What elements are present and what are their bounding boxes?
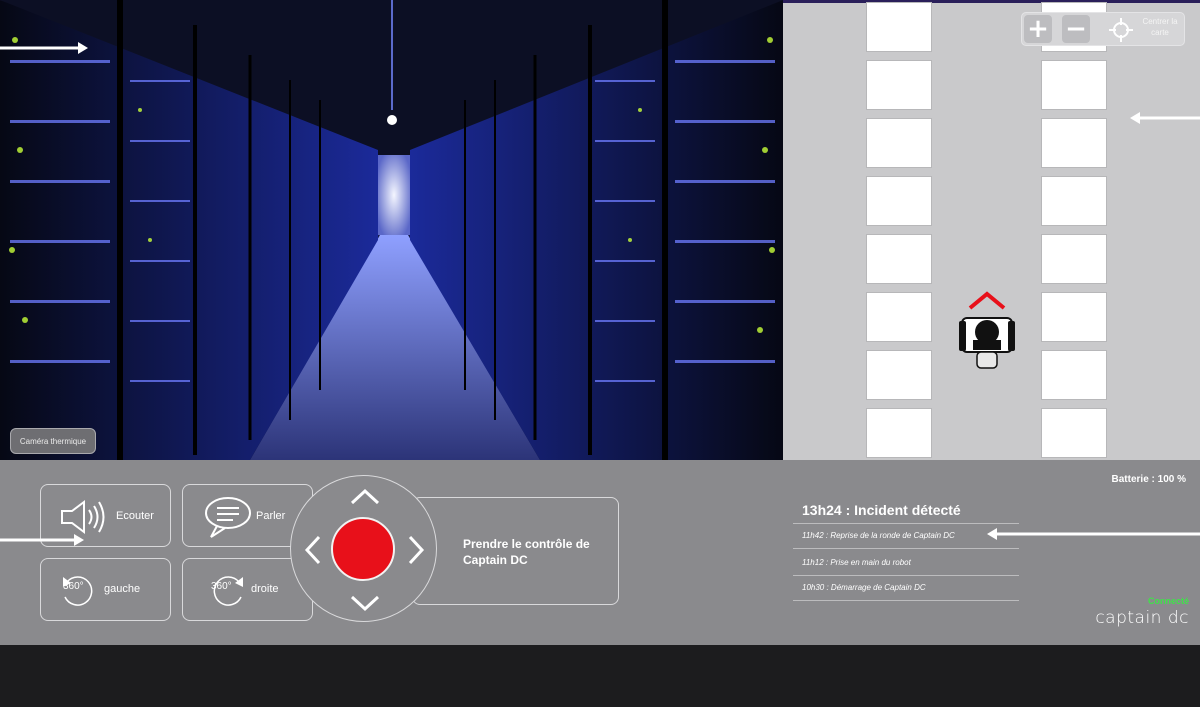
speech-bubble-icon bbox=[205, 497, 251, 538]
rack-tile bbox=[1041, 118, 1107, 168]
battery-status: Batterie : 100 % bbox=[1111, 474, 1186, 485]
map-top-bar bbox=[783, 0, 1200, 3]
log-item: 11h12 : Prise en main du robot bbox=[802, 558, 911, 567]
log-divider bbox=[793, 548, 1019, 549]
annotation-arrow-icon bbox=[987, 528, 1200, 540]
chevron-up-icon[interactable] bbox=[349, 488, 381, 506]
rack-tile bbox=[1041, 234, 1107, 284]
rack-tile bbox=[866, 176, 932, 226]
rack-tile bbox=[866, 350, 932, 400]
rack-tile bbox=[866, 234, 932, 284]
rack-tile bbox=[1041, 350, 1107, 400]
chevron-left-icon[interactable] bbox=[304, 534, 322, 566]
rack-tile bbox=[1041, 60, 1107, 110]
brand-logo: captain dc bbox=[1095, 608, 1189, 628]
robot-icon bbox=[959, 291, 1015, 369]
rack-tile bbox=[866, 2, 932, 52]
chevron-right-icon[interactable] bbox=[407, 534, 425, 566]
directional-pad[interactable] bbox=[290, 475, 437, 622]
rack-tile bbox=[1041, 176, 1107, 226]
annotation-arrow-icon bbox=[0, 534, 84, 546]
chevron-down-icon[interactable] bbox=[349, 594, 381, 612]
speaker-icon bbox=[61, 500, 105, 534]
zoom-in-button[interactable]: + bbox=[1024, 15, 1052, 43]
rack-tile bbox=[866, 292, 932, 342]
rack-tile bbox=[866, 60, 932, 110]
log-divider bbox=[793, 575, 1019, 576]
log-divider bbox=[793, 600, 1019, 601]
annotation-arrow-icon bbox=[0, 42, 88, 54]
annotation-arrow-icon bbox=[1130, 112, 1200, 124]
incident-title: 13h24 : Incident détecté bbox=[802, 502, 961, 518]
rotate-left-button[interactable]: 360° gauche bbox=[40, 558, 171, 621]
talk-label: Parler bbox=[256, 510, 286, 522]
log-item: 10h30 : Démarrage de Captain DC bbox=[802, 583, 926, 592]
rack-tile bbox=[866, 118, 932, 168]
crosshair-icon[interactable] bbox=[1108, 17, 1134, 43]
rotate-left-badge: 360° bbox=[63, 581, 84, 592]
map-view[interactable]: + − Centrer la carte bbox=[783, 0, 1200, 460]
stop-button[interactable] bbox=[331, 517, 395, 581]
camera-feed: Caméra thermique bbox=[0, 0, 783, 460]
robot-heading-indicator bbox=[968, 291, 1006, 310]
control-panel: Ecouter Parler 360° gauche 360° droite P… bbox=[0, 460, 1200, 645]
captain-dc-control-app: Caméra thermique + − Centrer la carte Ec… bbox=[0, 0, 1200, 707]
datacenter-video-image bbox=[0, 0, 783, 460]
rack-tile bbox=[1041, 292, 1107, 342]
center-map-button[interactable]: Centrer la carte bbox=[1137, 16, 1183, 38]
thermal-camera-button[interactable]: Caméra thermique bbox=[10, 428, 96, 454]
rack-tile bbox=[1041, 408, 1107, 458]
log-divider bbox=[793, 523, 1019, 524]
bottom-bar bbox=[0, 645, 1200, 707]
take-control-button[interactable]: Prendre le contrôle de Captain DC bbox=[412, 497, 619, 605]
listen-label: Ecouter bbox=[116, 510, 154, 522]
connection-status: Connecté bbox=[1147, 596, 1189, 606]
zoom-out-button[interactable]: − bbox=[1062, 15, 1090, 43]
rotate-right-badge: 360° bbox=[211, 581, 232, 592]
log-item: 11h42 : Reprise de la ronde de Captain D… bbox=[802, 531, 955, 540]
take-control-label: Prendre le contrôle de Captain DC bbox=[463, 537, 590, 567]
rack-tile bbox=[866, 408, 932, 458]
rotate-left-label: gauche bbox=[104, 583, 141, 595]
rotate-right-label: droite bbox=[251, 583, 279, 595]
